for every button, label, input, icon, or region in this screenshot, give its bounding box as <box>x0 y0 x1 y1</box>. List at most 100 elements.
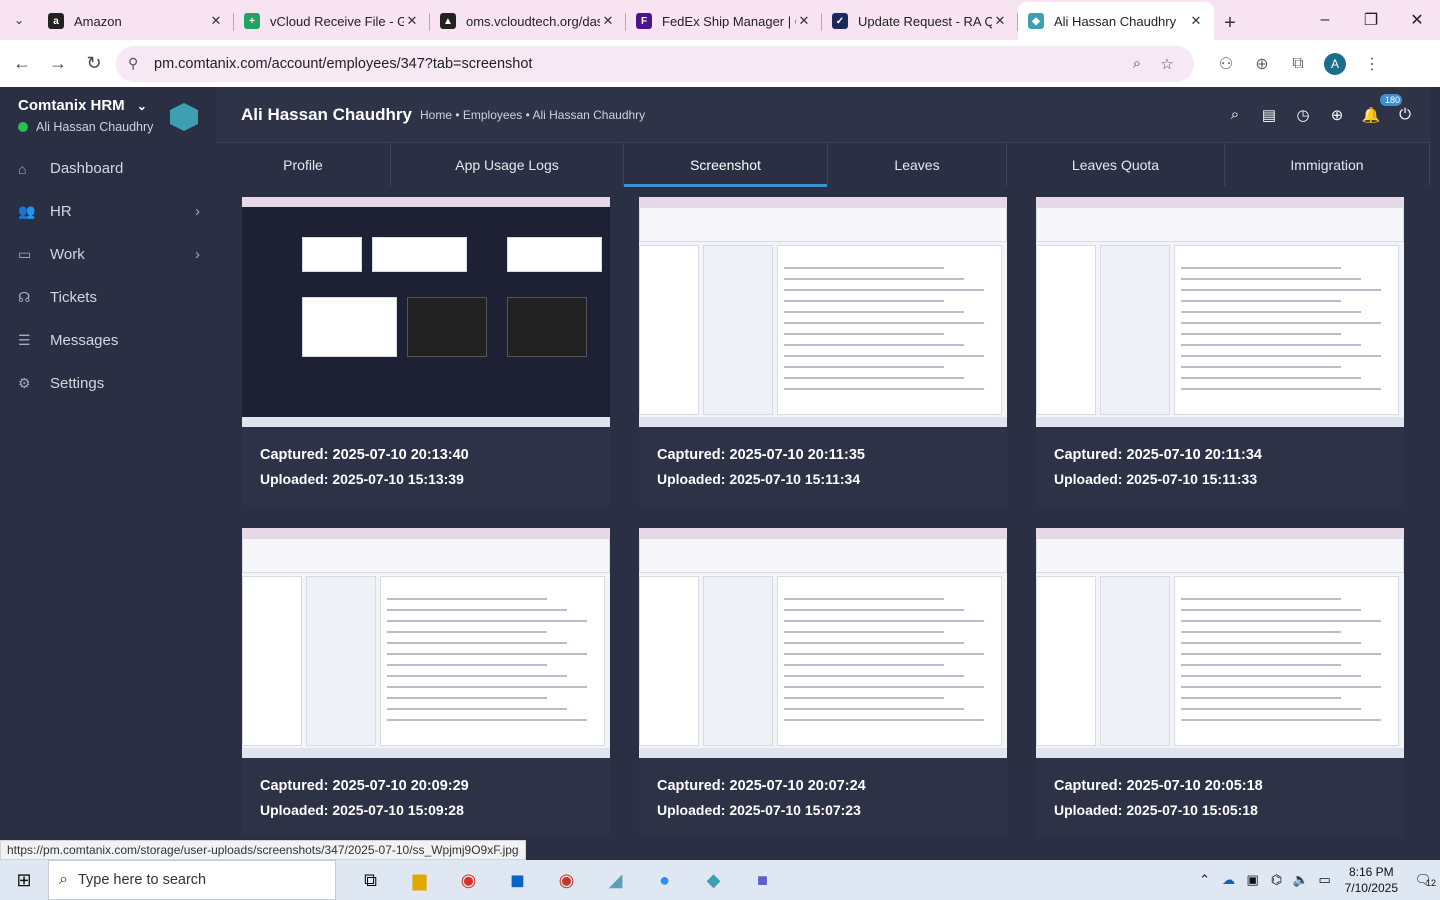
tab-screenshot[interactable]: Screenshot <box>624 143 828 187</box>
tab-app-usage-logs[interactable]: App Usage Logs <box>391 143 624 186</box>
sidebar-item-tickets[interactable]: ☊ Tickets <box>0 276 216 319</box>
sidebar-item-icon: ⚙ <box>18 375 31 391</box>
screenshot-grid: Captured: 2025-07-10 20:13:40 Uploaded: 2… <box>242 197 1404 837</box>
sidebar-item-icon: ⌂ <box>18 160 27 177</box>
task-view-icon[interactable]: ⧉ <box>346 860 395 900</box>
company-switcher[interactable]: Comtanix HRM ⌄ <box>18 97 153 114</box>
close-tab-icon[interactable]: ✕ <box>796 13 812 29</box>
comtanix-app-icon[interactable]: ◆ <box>689 860 738 900</box>
screenshot-card: Captured: 2025-07-10 20:05:18 Uploaded: 2… <box>1036 528 1404 837</box>
uploaded-time: Uploaded: 2025-07-10 15:07:23 <box>657 802 861 818</box>
browser-tab[interactable]: ▲ oms.vcloudtech.org/das ✕ <box>430 4 626 38</box>
sidebar-item-settings[interactable]: ⚙ Settings <box>0 362 216 405</box>
back-icon[interactable]: ← <box>4 46 40 82</box>
taskbar-search-placeholder: Type here to search <box>77 872 207 888</box>
outlook-icon[interactable]: ◼ <box>493 860 542 900</box>
tab-leaves-quota[interactable]: Leaves Quota <box>1007 143 1225 186</box>
url-text[interactable]: pm.comtanix.com/account/employees/347?ta… <box>154 56 1122 72</box>
extensions-puzzle-icon[interactable]: ⧉ <box>1280 55 1316 73</box>
forward-icon[interactable]: → <box>40 46 76 82</box>
tab-immigration[interactable]: Immigration <box>1225 143 1430 186</box>
tab-title: vCloud Receive File - Go <box>270 13 404 29</box>
screenshot-thumbnail[interactable] <box>242 528 610 758</box>
sidebar-item-work[interactable]: ▭ Work › <box>0 233 216 276</box>
new-tab-button[interactable]: + <box>1214 6 1246 40</box>
tab-search-icon[interactable]: ⌄ <box>0 0 38 40</box>
profile-avatar[interactable]: A <box>1324 52 1346 75</box>
extension-icon[interactable]: ⚇ <box>1208 54 1244 74</box>
close-tab-icon[interactable]: ✕ <box>992 13 1008 29</box>
minimize-icon[interactable]: – <box>1302 0 1348 40</box>
chrome-icon[interactable]: ◉ <box>444 860 493 900</box>
reload-icon[interactable]: ↻ <box>76 46 112 82</box>
clock[interactable]: 8:16 PM 7/10/2025 <box>1345 864 1398 896</box>
tray-chevron-icon[interactable]: ⌃ <box>1193 872 1217 888</box>
site-settings-icon[interactable]: ⚲ <box>128 55 150 72</box>
browser-tab[interactable]: ✓ Update Request - RA Q ✕ <box>822 4 1018 38</box>
screenshot-thumbnail[interactable] <box>639 197 1007 427</box>
uploaded-time: Uploaded: 2025-07-10 15:13:39 <box>260 471 464 487</box>
browser-tab[interactable]: F FedEx Ship Manager | C ✕ <box>626 4 822 38</box>
chevron-right-icon: › <box>195 246 200 263</box>
add-icon[interactable]: ⊕ <box>1326 106 1348 124</box>
zoom-app-icon[interactable]: ● <box>640 860 689 900</box>
volume-icon[interactable]: 🔈 <box>1289 872 1313 888</box>
close-tab-icon[interactable]: ✕ <box>600 13 616 29</box>
sidebar-item-messages[interactable]: ☰ Messages <box>0 319 216 362</box>
sidebar: Comtanix HRM ⌄ Ali Hassan Chaudhry ⌂ Dash… <box>0 87 216 859</box>
breadcrumb[interactable]: Home • Employees • Ali Hassan Chaudhry <box>420 108 645 122</box>
browser-menu-icon[interactable]: ⋮ <box>1354 54 1390 74</box>
screenshot-card: Captured: 2025-07-10 20:11:35 Uploaded: 2… <box>639 197 1007 506</box>
windows-start-icon[interactable]: ⊞ <box>0 870 48 891</box>
close-window-icon[interactable]: ✕ <box>1394 0 1440 40</box>
tab-leaves[interactable]: Leaves <box>828 143 1007 186</box>
file-explorer-icon[interactable]: ▆ <box>395 860 444 900</box>
status-bar-url: https://pm.comtanix.com/storage/user-upl… <box>0 840 526 860</box>
sidebar-item-hr[interactable]: 👥 HR › <box>0 190 216 233</box>
taskbar-search[interactable]: ⌕ Type here to search <box>48 860 336 900</box>
tab-title: FedEx Ship Manager | C <box>662 13 796 29</box>
zoom-icon[interactable]: ⌕ <box>1122 55 1152 72</box>
search-icon: ⌕ <box>59 871 68 888</box>
current-user-name: Ali Hassan Chaudhry <box>36 120 154 134</box>
page-title: Ali Hassan Chaudhry <box>241 104 412 124</box>
power-icon[interactable]: ⏻ <box>1394 106 1416 124</box>
uploaded-time: Uploaded: 2025-07-10 15:11:33 <box>1054 471 1258 487</box>
tab-profile[interactable]: Profile <box>216 143 391 186</box>
sidebar-item-dashboard[interactable]: ⌂ Dashboard <box>0 147 216 190</box>
screenshot-thumbnail[interactable] <box>1036 197 1404 427</box>
chrome-profile-icon[interactable]: ◉ <box>542 860 591 900</box>
browser-tab[interactable]: ◆ Ali Hassan Chaudhry ✕ <box>1018 2 1214 40</box>
tab-favicon-icon: ✓ <box>832 13 848 29</box>
address-bar[interactable]: ⚲ pm.comtanix.com/account/employees/347?… <box>116 45 1194 82</box>
notification-center-icon[interactable]: 🗨 12 <box>1406 872 1440 888</box>
bell-icon[interactable]: 🔔 <box>1360 106 1382 124</box>
display-icon[interactable]: ▭ <box>1313 872 1337 888</box>
browser-tab[interactable]: a Amazon ✕ <box>38 4 234 38</box>
windows-taskbar: ⊞ ⌕ Type here to search ⧉ ▆ ◉ ◼ ◉ ◢ ● ◆ … <box>0 860 1440 900</box>
sticky-note-icon[interactable]: ▤ <box>1258 106 1280 124</box>
bookmark-star-icon[interactable]: ☆ <box>1152 55 1182 73</box>
restore-icon[interactable]: ❐ <box>1348 0 1394 40</box>
close-tab-icon[interactable]: ✕ <box>1188 13 1204 29</box>
sidebar-item-icon: ▭ <box>18 246 32 262</box>
app-icon[interactable]: ◢ <box>591 860 640 900</box>
teams-icon[interactable]: ■ <box>738 860 787 900</box>
close-tab-icon[interactable]: ✕ <box>208 13 224 29</box>
screenshot-thumbnail[interactable] <box>639 528 1007 758</box>
screenshot-thumbnail[interactable] <box>1036 528 1404 758</box>
screenshot-thumbnail[interactable] <box>242 197 610 427</box>
sidebar-item-label: Settings <box>50 375 105 392</box>
network-icon[interactable]: ⌬ <box>1265 872 1289 888</box>
screenshot-card: Captured: 2025-07-10 20:09:29 Uploaded: 2… <box>242 528 610 837</box>
onedrive-icon[interactable]: ☁ <box>1217 872 1241 888</box>
captured-time: Captured: 2025-07-10 20:11:34 <box>1054 447 1262 463</box>
browser-tab[interactable]: + vCloud Receive File - Go ✕ <box>234 4 430 38</box>
tab-favicon-icon: + <box>244 13 260 29</box>
close-tab-icon[interactable]: ✕ <box>404 13 420 29</box>
clock-icon[interactable]: ◷ <box>1292 106 1314 124</box>
tray-app-icon[interactable]: ▣ <box>1241 872 1265 888</box>
search-icon[interactable]: ⌕ <box>1224 106 1246 124</box>
sidebar-item-label: Work <box>50 246 85 263</box>
translate-icon[interactable]: ⊕ <box>1244 54 1280 74</box>
